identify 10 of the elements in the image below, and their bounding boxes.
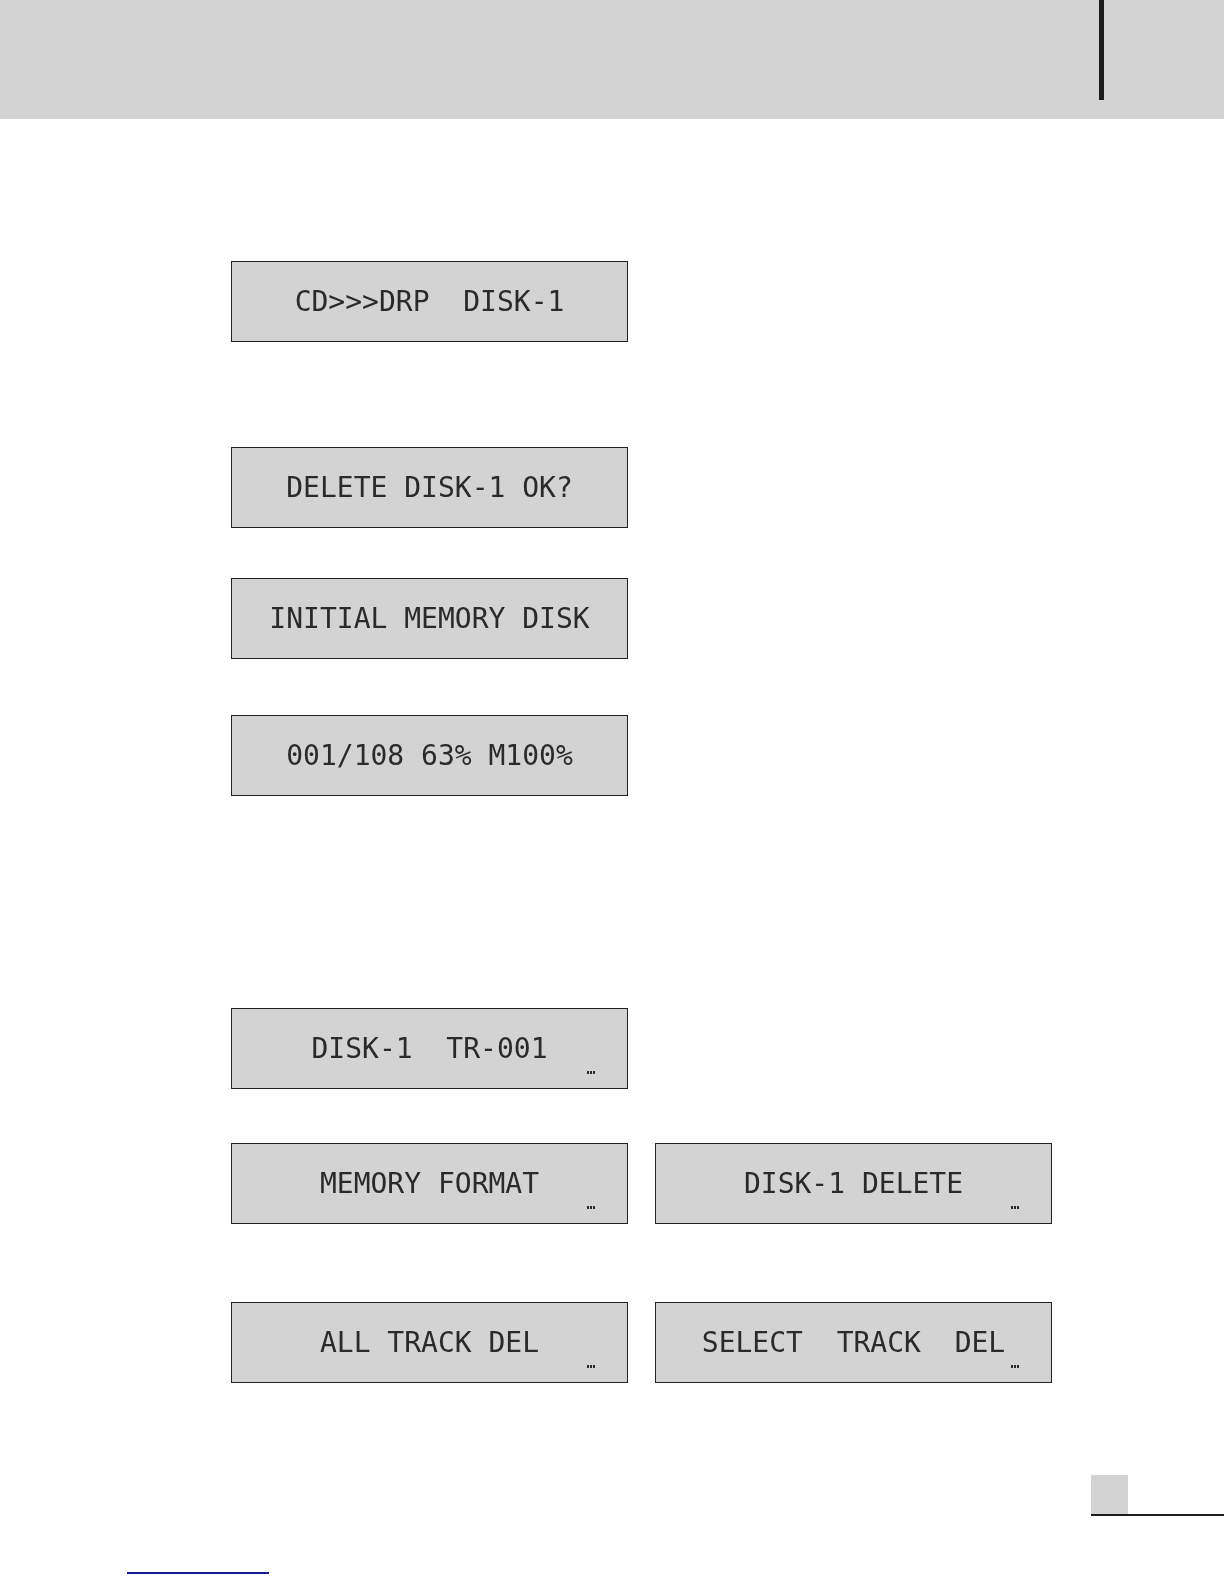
lcd-text: SELECT TRACK DEL (701, 1328, 1006, 1357)
lcd-text: DELETE DISK-1 OK? (286, 473, 573, 502)
lcd-text: ALL TRACK DEL (319, 1328, 540, 1357)
lcd-text: MEMORY FORMAT (319, 1169, 540, 1198)
lcd-text: DISK-1 TR-001 (311, 1034, 548, 1063)
lcd-text: DISK-1 DELETE (743, 1169, 964, 1198)
lcd-text: CD>>>DRP DISK-1 (294, 287, 565, 316)
page-tile (1091, 1475, 1128, 1514)
lcd-text: INITIAL MEMORY DISK (269, 604, 590, 633)
lcd-text: 001/108 63% M100% (286, 741, 573, 770)
